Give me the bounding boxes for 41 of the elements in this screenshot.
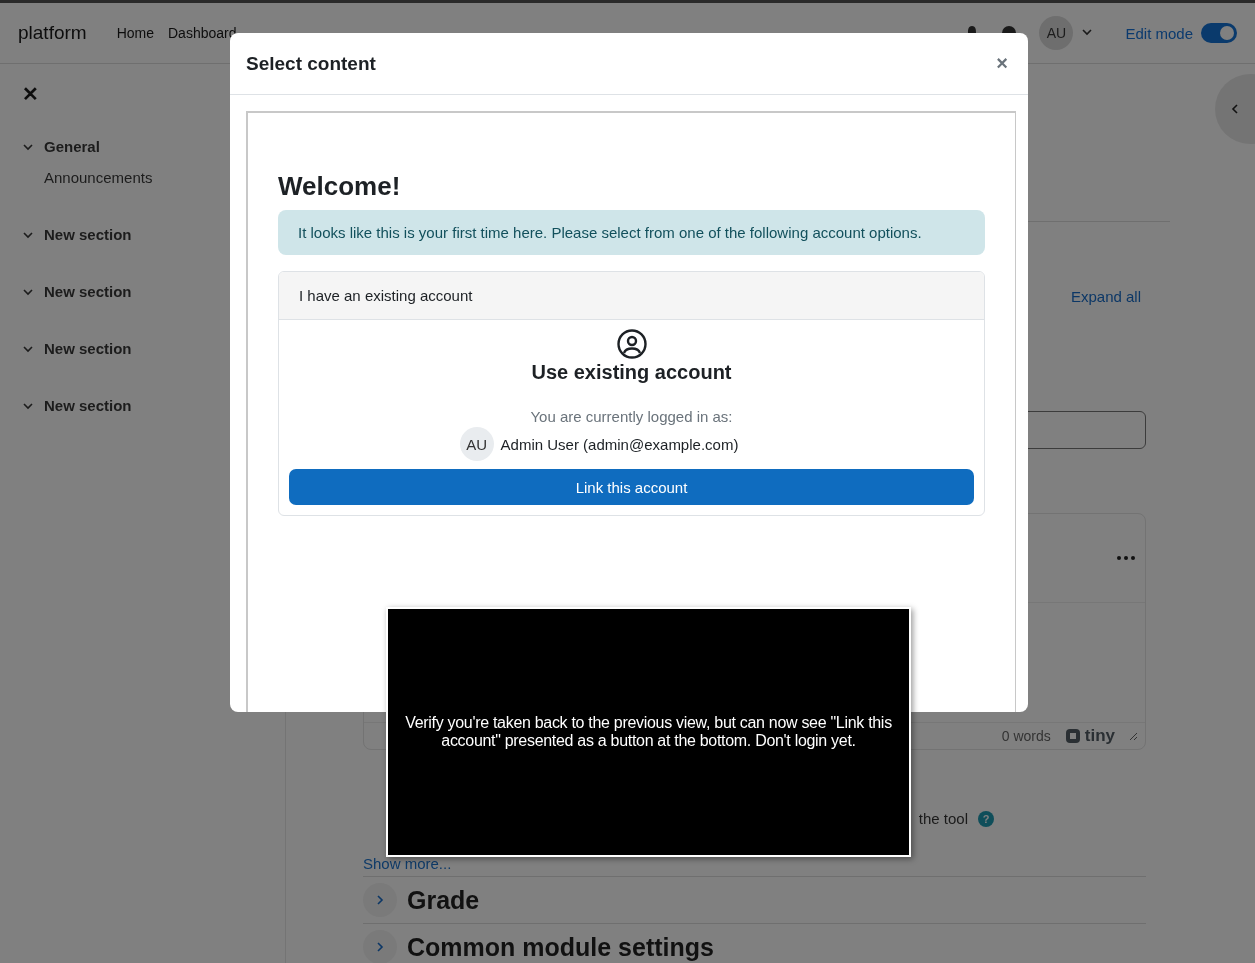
link-account-button[interactable]: Link this account: [289, 469, 974, 505]
section-heading: Common module settings: [407, 932, 714, 962]
editor-logo: tiny: [1064, 726, 1115, 746]
section-heading: Grade: [407, 885, 480, 915]
user-avatar: AU: [459, 427, 494, 461]
chevron-icon: [374, 894, 386, 906]
site-brand[interactable]: platform: [18, 22, 87, 44]
more-icon[interactable]: [1117, 556, 1135, 560]
nav-link[interactable]: Home: [116, 25, 154, 41]
card-header: I have an existing account: [279, 272, 984, 320]
chevron-icon: [374, 941, 386, 953]
caret-icon: [1081, 26, 1094, 38]
expand-all-link[interactable]: Expand all: [1070, 288, 1141, 305]
field-label: the tool: [918, 810, 968, 827]
chevron-icon: [1229, 103, 1241, 115]
dialog-title: Select content: [246, 52, 376, 75]
section-toggle[interactable]: [363, 930, 397, 963]
edit-mode-toggle[interactable]: [1201, 23, 1237, 43]
nav-link[interactable]: Dashboard: [168, 25, 237, 41]
user-icon: [616, 329, 647, 359]
logged-in-label: You are currently logged in as:: [530, 408, 733, 425]
caption-text: Verify you're taken back to the previous view, but can now see "Link this account" presented as a button at the bottom. Don't login yet.: [404, 714, 893, 750]
word-count: 0 words: [1001, 728, 1051, 744]
info-alert: It looks like this is your first time here. Please select from one of the following account options.: [278, 210, 985, 255]
show-more-link[interactable]: Show more...: [363, 855, 452, 872]
section-toggle[interactable]: New section: [22, 283, 132, 300]
sidebar-item[interactable]: Announcements: [44, 169, 153, 186]
welcome-heading: Welcome!: [278, 171, 402, 202]
section-toggle[interactable]: New section: [22, 340, 132, 357]
section-toggle[interactable]: [363, 883, 397, 917]
edit-mode-label: Edit mode: [1125, 24, 1193, 42]
user-avatar[interactable]: AU: [1039, 16, 1074, 50]
close-drawer-button[interactable]: ✕: [22, 82, 39, 106]
help-icon[interactable]: ?: [978, 810, 994, 827]
close-button[interactable]: ×: [996, 52, 1008, 75]
user-name: Admin User (admin@example.com): [500, 435, 739, 453]
section-toggle[interactable]: New section: [22, 397, 132, 414]
resize-handle-icon[interactable]: [1129, 732, 1137, 740]
section-toggle[interactable]: New section: [22, 226, 132, 243]
section-toggle[interactable]: General: [22, 138, 100, 155]
card-title: Use existing account: [531, 361, 732, 384]
